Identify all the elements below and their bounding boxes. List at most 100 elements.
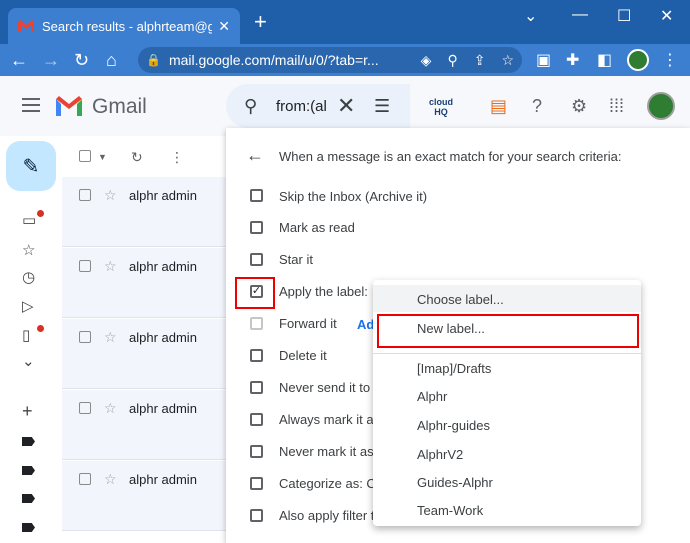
label-option[interactable]: Alphr: [417, 389, 447, 404]
sent-icon[interactable]: ▷: [22, 297, 34, 315]
mail-sender: alphr admin: [129, 330, 197, 345]
never-spam-checkbox[interactable]: [250, 381, 263, 394]
avatar[interactable]: [647, 92, 675, 120]
reload-icon[interactable]: ↻: [74, 50, 89, 70]
always-important-label: Always mark it as: [279, 412, 381, 427]
forward-label: Forward it: [279, 316, 337, 331]
help-icon[interactable]: ?: [532, 96, 542, 117]
mail-sender: alphr admin: [129, 401, 197, 416]
more-options-icon[interactable]: ⋮: [170, 149, 184, 166]
sidepanel-icon[interactable]: ◧: [597, 50, 612, 70]
share-icon[interactable]: ⇪: [474, 52, 486, 69]
forward-checkbox[interactable]: [250, 317, 263, 330]
browser-profile-avatar[interactable]: [627, 49, 649, 71]
star-icon[interactable]: ☆: [104, 400, 117, 417]
dialog-title: When a message is an exact match for you…: [279, 149, 622, 164]
delete-checkbox[interactable]: [250, 349, 263, 362]
row-checkbox[interactable]: [79, 331, 91, 343]
compose-button[interactable]: ✎: [6, 141, 56, 191]
star-icon[interactable]: ☆: [104, 329, 117, 346]
bookmark-star-icon[interactable]: ☆: [501, 52, 514, 69]
star-icon[interactable]: ☆: [104, 471, 117, 488]
label-option[interactable]: [Imap]/Drafts: [417, 361, 491, 376]
apply-existing-checkbox[interactable]: [250, 509, 263, 522]
never-important-checkbox[interactable]: [250, 445, 263, 458]
select-dropdown-icon[interactable]: ▼: [98, 152, 107, 162]
mark-read-label: Mark as read: [279, 220, 355, 235]
close-window-icon[interactable]: ✕: [660, 6, 673, 26]
choose-label-row[interactable]: [373, 285, 641, 312]
mail-sender: alphr admin: [129, 472, 197, 487]
settings-gear-icon[interactable]: ⚙: [571, 96, 587, 117]
menu-divider: [373, 353, 641, 354]
row-checkbox[interactable]: [79, 189, 91, 201]
label-tag-icon[interactable]: [22, 523, 35, 532]
home-icon[interactable]: ⌂: [106, 50, 117, 70]
search-input[interactable]: from:(al: [276, 98, 327, 115]
label-option[interactable]: Guides-Alphr: [417, 475, 493, 490]
apply-existing-label: Also apply filter t: [279, 508, 375, 523]
search-options-icon[interactable]: ☰: [374, 96, 390, 117]
main-menu-icon[interactable]: [22, 98, 40, 116]
label-tag-icon[interactable]: [22, 437, 35, 446]
gmail-wordmark: Gmail: [92, 95, 147, 118]
skip-inbox-checkbox[interactable]: [250, 189, 263, 202]
cloudhq-icon[interactable]: cloud HQ: [426, 97, 456, 117]
gmail-logo-icon[interactable]: [56, 96, 82, 116]
add-label-icon[interactable]: +: [22, 401, 33, 422]
categorize-checkbox[interactable]: [250, 477, 263, 490]
apps-grid-icon[interactable]: ⁞⁞⁞: [609, 96, 624, 117]
drafts-icon[interactable]: ▯: [22, 326, 30, 344]
select-all-checkbox[interactable]: [79, 150, 91, 162]
forward-icon[interactable]: →: [42, 50, 60, 70]
mark-read-checkbox[interactable]: [250, 221, 263, 234]
apply-label-label: Apply the label:: [279, 284, 368, 299]
inbox-icon[interactable]: ▭: [22, 211, 36, 229]
eye-icon[interactable]: ◈: [421, 52, 432, 69]
delete-label: Delete it: [279, 348, 327, 363]
star-icon[interactable]: ☆: [104, 187, 117, 204]
star-icon[interactable]: ☆: [104, 258, 117, 275]
choose-label-option[interactable]: Choose label...: [417, 292, 504, 307]
add-forwarding-link[interactable]: Ad: [357, 317, 374, 332]
clear-search-icon[interactable]: ✕: [337, 93, 355, 119]
checkbox-highlight-box: [235, 277, 275, 309]
extension-icon[interactable]: ▣: [536, 50, 551, 70]
maximize-icon[interactable]: ☐: [617, 6, 631, 26]
row-checkbox[interactable]: [79, 260, 91, 272]
tab-title: Search results - alphrteam@gma: [42, 18, 213, 34]
refresh-icon[interactable]: ↻: [131, 149, 143, 166]
starred-icon[interactable]: ☆: [22, 241, 35, 259]
star-it-checkbox[interactable]: [250, 253, 263, 266]
gmail-favicon-icon: [18, 20, 34, 32]
categorize-label: Categorize as: C: [279, 476, 376, 491]
label-tag-icon[interactable]: [22, 494, 35, 503]
lock-icon: 🔒: [146, 53, 161, 67]
app-icon[interactable]: ▤: [490, 96, 507, 117]
window-dropdown-icon[interactable]: ⌄: [524, 6, 537, 26]
label-tag-icon[interactable]: [22, 466, 35, 475]
row-checkbox[interactable]: [79, 473, 91, 485]
pencil-icon: ✎: [22, 155, 40, 178]
inbox-notification-dot: [37, 210, 44, 217]
omnibox[interactable]: 🔒 mail.google.com/mail/u/0/?tab=r... ◈ ⚲…: [138, 47, 522, 73]
zoom-icon[interactable]: ⚲: [447, 52, 457, 69]
back-icon[interactable]: ←: [10, 50, 28, 70]
label-option[interactable]: AlphrV2: [417, 447, 463, 462]
label-option[interactable]: Team-Work: [417, 503, 483, 518]
browser-menu-icon[interactable]: ⋮: [662, 50, 678, 70]
label-option[interactable]: Alphr-guides: [417, 418, 490, 433]
row-checkbox[interactable]: [79, 402, 91, 414]
star-it-label: Star it: [279, 252, 313, 267]
more-chevron-icon[interactable]: ⌄: [22, 352, 35, 370]
never-spam-label: Never send it to S: [279, 380, 383, 395]
snoozed-clock-icon[interactable]: ◷: [22, 268, 35, 286]
search-icon[interactable]: ⚲: [244, 96, 257, 117]
back-arrow-icon[interactable]: ←: [246, 145, 264, 166]
new-tab-button[interactable]: +: [254, 10, 267, 34]
tab-close-icon[interactable]: ✕: [218, 18, 230, 35]
always-important-checkbox[interactable]: [250, 413, 263, 426]
minimize-icon[interactable]: —: [572, 6, 588, 24]
browser-tab[interactable]: Search results - alphrteam@gma ✕: [8, 8, 240, 44]
puzzle-icon[interactable]: ✚: [566, 50, 579, 70]
